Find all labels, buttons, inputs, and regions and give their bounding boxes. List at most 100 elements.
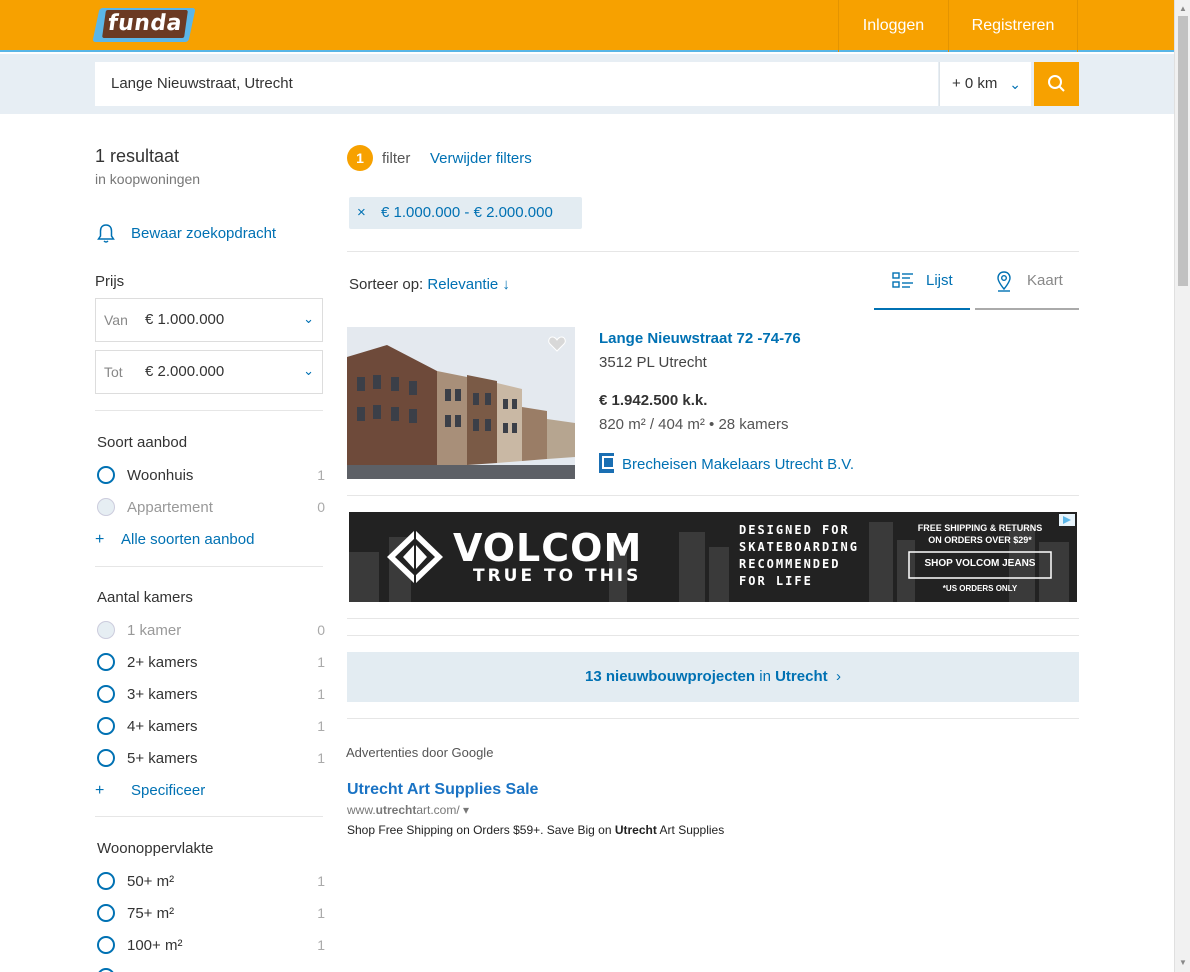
banner-headline: DESIGNED FOR SKATEBOARDING RECOMMENDED F…: [739, 522, 859, 590]
promo-count: 13 nieuwbouwprojecten: [585, 668, 756, 685]
divider: [95, 816, 323, 817]
option-50-m2[interactable]: 50+ m² 1: [95, 870, 325, 894]
banner-line-3: RECOMMENDED: [739, 557, 841, 571]
scrollbar-thumb[interactable]: [1178, 16, 1188, 286]
search-button[interactable]: [1034, 62, 1079, 106]
price-to-value: € 2.000.000: [145, 363, 225, 380]
all-offer-types-link[interactable]: + Alle soorten aanbod: [95, 531, 254, 549]
chevron-down-icon: ⌄: [303, 311, 314, 326]
option-label: 75+ m²: [127, 905, 175, 922]
google-ad-url[interactable]: www.utrechtart.com/ ▾: [347, 803, 469, 817]
tab-list-view[interactable]: Lijst: [874, 262, 970, 310]
radio-button[interactable]: [97, 872, 115, 890]
scroll-up-arrow-icon[interactable]: ▲: [1179, 4, 1187, 13]
option-count: 1: [317, 750, 325, 766]
price-from-value: € 1.000.000: [145, 311, 225, 328]
favorite-heart-icon[interactable]: [547, 334, 567, 354]
tab-map-view[interactable]: Kaart: [975, 262, 1079, 310]
option-4-rooms[interactable]: 4+ kamers 1: [95, 715, 325, 739]
filter-count-badge: 1: [347, 145, 373, 171]
radio-button[interactable]: [97, 904, 115, 922]
price-to-select[interactable]: Tot € 2.000.000 ⌄: [95, 350, 323, 394]
option-count: 1: [317, 654, 325, 670]
volcom-banner-ad[interactable]: VOLCOM TRUE TO THIS DESIGNED FOR SKATEBO…: [349, 512, 1077, 602]
banner-tagline: TRUE TO THIS: [473, 566, 642, 586]
banner-shipping-line-2: ON ORDERS OVER $29*: [928, 535, 1032, 545]
google-ad-description: Shop Free Shipping on Orders $59+. Save …: [347, 823, 724, 837]
save-search-label: Bewaar zoekopdracht: [131, 225, 277, 242]
radio-button[interactable]: [97, 466, 115, 484]
google-ad-title-link[interactable]: Utrecht Art Supplies Sale: [347, 781, 538, 799]
option-2-rooms[interactable]: 2+ kamers 1: [95, 651, 325, 675]
banner-cta-button[interactable]: SHOP VOLCOM JEANS: [909, 558, 1051, 569]
radio-button[interactable]: [97, 685, 115, 703]
search-icon: [1048, 75, 1065, 92]
scroll-down-arrow-icon[interactable]: ▼: [1179, 958, 1187, 967]
divider: [347, 495, 1079, 496]
radio-button[interactable]: [97, 968, 115, 972]
register-button[interactable]: Registreren: [948, 0, 1078, 52]
option-label: 50+ m²: [127, 873, 175, 890]
caret-down-icon[interactable]: ▾: [463, 803, 469, 817]
ad-url-prefix: www.: [347, 803, 376, 817]
price-title: Prijs: [95, 273, 125, 290]
radio-button[interactable]: [97, 749, 115, 767]
option-count: 1: [317, 467, 325, 483]
save-search-link[interactable]: Bewaar zoekopdracht: [95, 222, 325, 246]
promo-in: in: [759, 668, 771, 685]
more-label: Specificeer: [131, 782, 206, 799]
search-input[interactable]: Lange Nieuwstraat, Utrecht: [95, 62, 938, 106]
chip-label: € 1.000.000 - € 2.000.000: [381, 204, 553, 221]
listing-agent-link[interactable]: Brecheisen Makelaars Utrecht B.V.: [599, 453, 854, 473]
divider: [95, 410, 323, 411]
funda-logo[interactable]: funda: [92, 8, 196, 42]
price-from-label: Van: [104, 312, 128, 328]
new-build-projects-link[interactable]: 13 nieuwbouwprojecten in Utrecht ›: [347, 652, 1079, 702]
listing-address-link[interactable]: Lange Nieuwstraat 72 -74-76: [599, 330, 801, 347]
price-from-select[interactable]: Van € 1.000.000 ⌄: [95, 298, 323, 342]
login-button[interactable]: Inloggen: [838, 0, 948, 52]
remove-filters-link[interactable]: Verwijder filters: [430, 150, 532, 167]
radio-button[interactable]: [97, 717, 115, 735]
area-title: Woonoppervlakte: [97, 840, 214, 857]
radio-button[interactable]: [97, 936, 115, 954]
sort-control[interactable]: Sorteer op: Relevantie ↓: [349, 276, 510, 293]
radius-select[interactable]: + 0 km ⌄: [939, 62, 1031, 106]
option-label: 3+ kamers: [127, 686, 198, 703]
option-woonhuis[interactable]: Woonhuis 1: [95, 464, 325, 488]
offer-type-title: Soort aanbod: [97, 434, 188, 451]
ad-desc-after: Art Supplies: [656, 823, 725, 837]
tab-map-label: Kaart: [1027, 272, 1063, 289]
list-icon: [892, 272, 913, 288]
specify-rooms-link[interactable]: + Specificeer: [95, 782, 205, 800]
option-partially-visible[interactable]: [95, 966, 325, 972]
banner-note: *US ORDERS ONLY: [942, 584, 1018, 593]
radio-button: [97, 498, 115, 516]
filter-label: filter: [382, 150, 411, 167]
logo-text: funda: [102, 10, 188, 38]
option-label: 1 kamer: [127, 622, 182, 639]
close-icon[interactable]: ×: [357, 197, 366, 229]
option-100-m2[interactable]: 100+ m² 1: [95, 934, 325, 958]
option-75-m2[interactable]: 75+ m² 1: [95, 902, 325, 926]
banner-brand: VOLCOM: [453, 526, 643, 570]
result-count: 1 resultaat: [95, 146, 180, 166]
plus-icon: +: [95, 782, 105, 799]
banner-line-4: FOR LIFE: [739, 574, 813, 588]
listing-photo[interactable]: [347, 327, 575, 479]
radio-button[interactable]: [97, 653, 115, 671]
listing-specs: 820 m² / 404 m² • 28 kamers: [599, 416, 789, 433]
price-to-label: Tot: [104, 364, 123, 380]
option-5-rooms[interactable]: 5+ kamers 1: [95, 747, 325, 771]
sort-label: Sorteer op:: [349, 276, 424, 293]
active-filter-chip[interactable]: × € 1.000.000 - € 2.000.000: [349, 197, 582, 229]
option-3-rooms[interactable]: 3+ kamers 1: [95, 683, 325, 707]
radio-button: [97, 621, 115, 639]
sort-value[interactable]: Relevantie ↓: [427, 276, 510, 293]
option-appartement: Appartement 0: [95, 496, 325, 520]
option-label: Appartement: [127, 499, 213, 516]
option-count: 1: [317, 686, 325, 702]
page-scrollbar[interactable]: ▲ ▼: [1174, 0, 1190, 972]
map-pin-icon: [997, 271, 1011, 292]
option-count: 1: [317, 905, 325, 921]
